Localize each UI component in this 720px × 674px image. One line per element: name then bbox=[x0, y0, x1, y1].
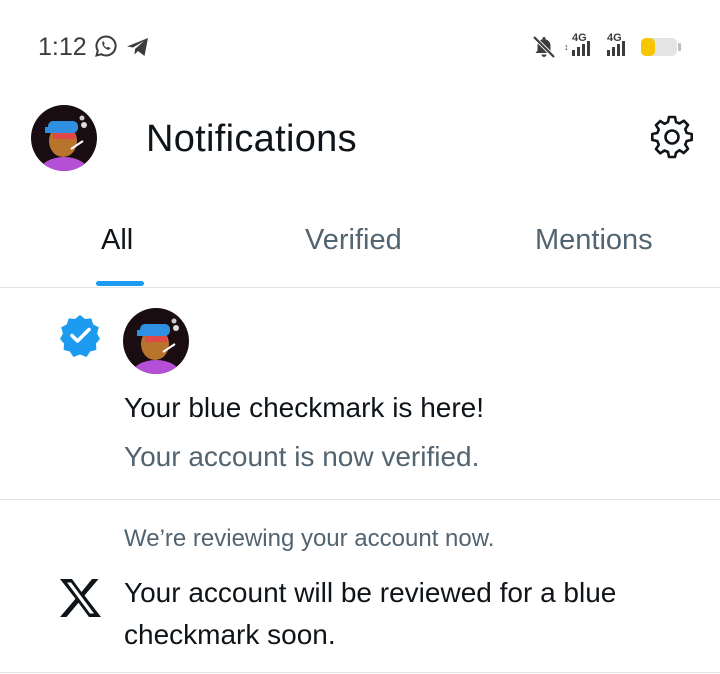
notification-subtitle: We’re reviewing your account now. bbox=[124, 525, 495, 552]
notification-subtitle: Your account is now verified. bbox=[124, 441, 480, 472]
x-logo-icon bbox=[60, 579, 101, 617]
status-bar: 1:12 4G ↕ 4G bbox=[0, 0, 720, 90]
tab-all[interactable]: All bbox=[101, 224, 133, 257]
notifications-screen: 1:12 4G ↕ 4G Notifications All Verified … bbox=[0, 0, 720, 674]
battery-icon bbox=[641, 38, 681, 56]
tab-verified[interactable]: Verified bbox=[305, 224, 402, 257]
signal-strength-icon: 4G bbox=[603, 32, 633, 58]
app-header: Notifications bbox=[0, 100, 720, 180]
telegram-icon bbox=[127, 38, 148, 56]
signal-strength-icon: 4G ↕ bbox=[562, 32, 596, 58]
notification-text: Your account will be reviewed for a blue… bbox=[124, 577, 617, 650]
notification-item[interactable]: Your blue checkmark is here! Your accoun… bbox=[0, 288, 720, 500]
verified-badge-icon bbox=[60, 315, 100, 357]
svg-text:↕: ↕ bbox=[564, 42, 569, 52]
notification-title: Your blue checkmark is here! bbox=[124, 392, 485, 423]
settings-gear-icon[interactable] bbox=[650, 115, 694, 159]
notification-item[interactable]: We’re reviewing your account now. Your a… bbox=[0, 500, 720, 673]
profile-avatar[interactable] bbox=[31, 105, 97, 171]
user-avatar[interactable] bbox=[123, 308, 189, 374]
status-time: 1:12 bbox=[38, 33, 87, 61]
page-title: Notifications bbox=[146, 118, 357, 160]
active-tab-indicator bbox=[96, 281, 144, 286]
tab-mentions[interactable]: Mentions bbox=[535, 224, 653, 257]
whatsapp-icon bbox=[95, 35, 117, 57]
bell-muted-icon bbox=[532, 35, 556, 59]
notification-tabs: All Verified Mentions bbox=[0, 200, 720, 288]
